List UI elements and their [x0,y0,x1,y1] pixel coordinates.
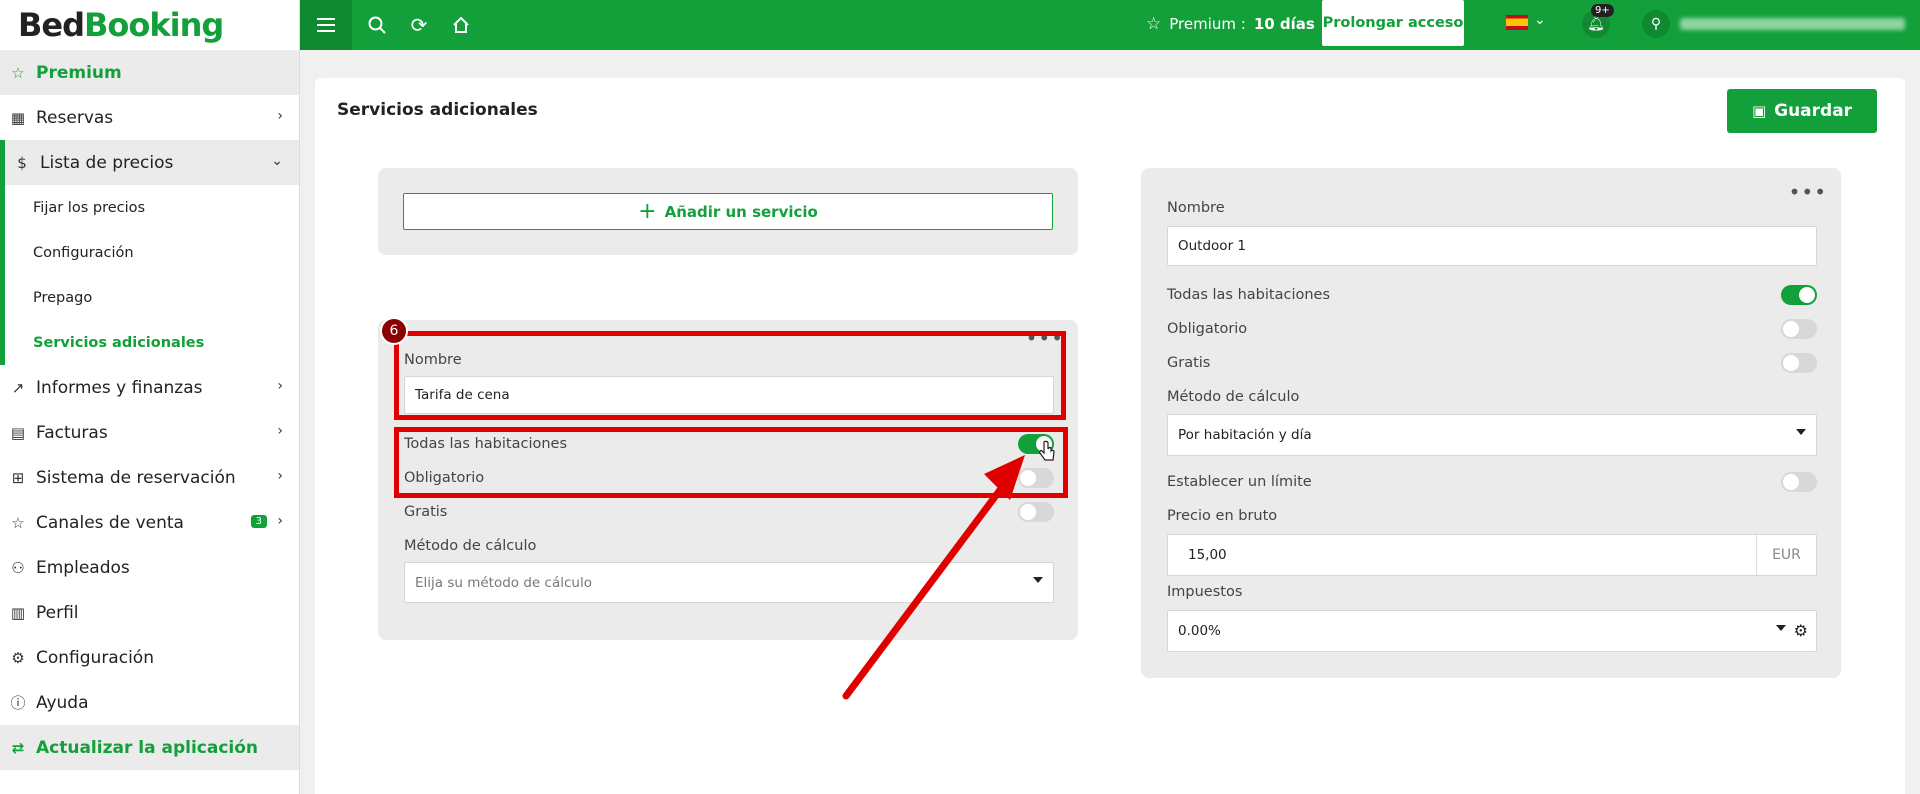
annotation-arrow [842,455,1025,700]
hand-cursor-icon [1039,440,1055,461]
